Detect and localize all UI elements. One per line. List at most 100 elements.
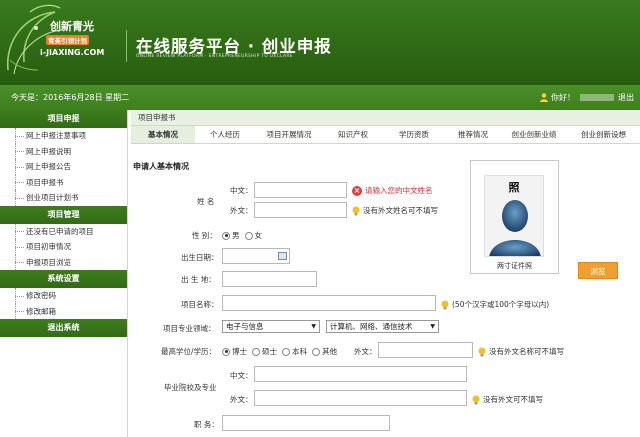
school-en-hint: 没有外文可不填写 — [472, 394, 543, 405]
field-select-secondary[interactable]: 计算机、网络、通信技术 ▼ — [326, 320, 439, 333]
name-en-hint: 没有外文姓名可不填写 — [352, 205, 438, 216]
degree-en-input[interactable] — [378, 342, 473, 358]
job-title-input[interactable] — [222, 415, 390, 431]
error-icon: × — [352, 185, 362, 196]
sidebar-item-change-email[interactable]: 修改邮箱 — [0, 303, 127, 320]
lightbulb-icon — [352, 206, 360, 215]
lightbulb-icon — [441, 300, 449, 309]
gender-label: 性 别： — [192, 231, 217, 240]
sidebar-item-instructions[interactable]: 网上申报说明 — [0, 143, 127, 160]
gender-female-label: 女 — [254, 231, 263, 240]
degree-phd-label: 博士 — [232, 347, 247, 356]
degree-other-label: 其他 — [322, 347, 337, 356]
tab-project-progress[interactable]: 项目开展情况 — [255, 126, 323, 143]
status-bar: 今天是：2016年6月28日 星期二 你好！ 退出 — [0, 85, 640, 110]
field-label: 项目专业领域： — [163, 324, 216, 333]
name-error-text: 请输入您的中文姓名 — [365, 186, 433, 195]
tab-ip[interactable]: 知识产权 — [323, 126, 383, 143]
sidebar-section-logout[interactable]: 退出系统 — [0, 319, 127, 337]
browse-button[interactable]: 浏览 — [578, 262, 618, 279]
birthdate-label: 出生日期： — [181, 253, 219, 262]
degree-en-hint-text: 没有外文名称可不填写 — [489, 347, 564, 356]
project-name-label: 项目名称： — [181, 300, 219, 309]
sidebar-item-notice[interactable]: 网上申报注意事项 — [0, 128, 127, 144]
degree-phd-radio[interactable] — [222, 347, 230, 356]
photo-placeholder: 照 — [484, 175, 544, 257]
logo-title: 创新青光 — [50, 20, 94, 33]
field-select-secondary-value: 计算机、网络、通信技术 — [330, 322, 413, 331]
logo-subtitle: 青英引领计划 — [46, 35, 89, 45]
name-cn-input[interactable] — [254, 182, 347, 198]
birthplace-input[interactable] — [222, 271, 317, 287]
birthdate-input[interactable] — [222, 248, 290, 264]
sidebar: 项目申报 网上申报注意事项 网上申报说明 网上申报公告 项目申报书 创业项目计划… — [0, 110, 128, 437]
project-name-input[interactable] — [222, 295, 436, 311]
project-name-hint: (50个汉字或100个字母以内) — [441, 299, 549, 310]
name-label: 姓 名 — [197, 197, 215, 206]
field-select-primary-value: 电子与信息 — [226, 322, 264, 331]
platform-subtitle: ONLINE REVIEW PLATFORM · ENTREPRENEURSHI… — [136, 54, 293, 59]
calendar-icon[interactable] — [278, 252, 287, 260]
name-en-input[interactable] — [254, 202, 347, 218]
dropdown-arrow-icon: ▼ — [430, 323, 435, 330]
tab-ideas[interactable]: 创业创新设想 — [567, 126, 640, 143]
sidebar-item-browse-projects[interactable]: 申报项目浏览 — [0, 254, 127, 271]
job-title-label: 职 务： — [194, 420, 219, 429]
tab-personal-history[interactable]: 个人经历 — [195, 126, 255, 143]
name-error: × 请输入您的中文姓名 — [352, 185, 433, 196]
degree-options: 博士 硕士 本科 其他 — [222, 346, 337, 357]
school-en-label: 外文： — [230, 395, 253, 404]
name-cn-label: 中文： — [230, 186, 253, 195]
sidebar-item-announcement[interactable]: 网上申报公告 — [0, 159, 127, 175]
tab-basic-info[interactable]: 基本情况 — [131, 126, 195, 143]
degree-bachelor-radio[interactable] — [282, 347, 290, 356]
header-divider — [126, 30, 127, 62]
silhouette-icon — [489, 200, 541, 256]
username-redacted — [580, 94, 614, 101]
section-title: 申请人基本情况 — [133, 162, 189, 171]
today-date: 今天是：2016年6月28日 星期二 — [11, 93, 130, 102]
tab-recommendation[interactable]: 推荐情况 — [445, 126, 501, 143]
sidebar-section-settings[interactable]: 系统设置 — [0, 270, 127, 288]
degree-other-radio[interactable] — [312, 347, 320, 356]
school-en-hint-text: 没有外文可不填写 — [483, 395, 543, 404]
lightbulb-icon — [478, 347, 486, 356]
degree-label: 最高学位/学历： — [161, 347, 217, 356]
sidebar-section-project-manage[interactable]: 项目管理 — [0, 205, 127, 224]
field-select-primary[interactable]: 电子与信息 ▼ — [222, 320, 320, 333]
project-name-hint-text: (50个汉字或100个字母以内) — [452, 300, 550, 309]
gender-options: 男 女 — [222, 230, 262, 241]
sidebar-item-review-status[interactable]: 项目初审情况 — [0, 239, 127, 255]
sidebar-item-change-password[interactable]: 修改密码 — [0, 288, 127, 304]
degree-en-label: 外文： — [354, 347, 377, 356]
tab-achievements[interactable]: 创业创新业绩 — [501, 126, 567, 143]
dropdown-arrow-icon: ▼ — [311, 323, 316, 330]
degree-master-radio[interactable] — [252, 347, 260, 356]
birthplace-label: 出 生 地： — [181, 275, 216, 284]
lightbulb-icon — [472, 395, 480, 404]
greeting-text: 你好！ — [551, 93, 575, 102]
degree-en-hint: 没有外文名称可不填写 — [478, 346, 564, 357]
logo-domain: i-JIAXING.COM — [40, 48, 105, 57]
user-icon — [540, 93, 548, 102]
sidebar-section-project-apply[interactable]: 项目申报 — [0, 110, 127, 128]
name-en-hint-text: 没有外文姓名可不填写 — [363, 206, 438, 215]
user-greeting: 你好！ — [540, 92, 614, 103]
photo-caption: 两寸证件照 — [497, 262, 532, 270]
sidebar-item-application[interactable]: 项目申报书 — [0, 174, 127, 191]
school-en-input[interactable] — [254, 390, 467, 406]
tab-education[interactable]: 学历资质 — [383, 126, 445, 143]
logout-link[interactable]: 退出 — [618, 92, 634, 103]
sidebar-item-no-project[interactable]: 还没有已申请的项目 — [0, 223, 127, 240]
school-label: 毕业院校及专业 — [164, 383, 217, 392]
school-cn-input[interactable] — [254, 366, 467, 382]
photo-upload-box: 照 两寸证件照 — [470, 160, 559, 274]
name-en-label: 外文： — [230, 206, 253, 215]
degree-bachelor-label: 本科 — [292, 347, 307, 356]
sidebar-item-business-plan[interactable]: 创业项目计划书 — [0, 190, 127, 206]
gender-female-radio[interactable] — [244, 231, 253, 240]
gender-male-radio[interactable] — [222, 231, 230, 240]
school-cn-label: 中文： — [230, 371, 253, 380]
degree-master-label: 硕士 — [262, 347, 277, 356]
tab-bar: 基本情况 个人经历 项目开展情况 知识产权 学历资质 推荐情况 创业创新业绩 创… — [131, 126, 640, 144]
